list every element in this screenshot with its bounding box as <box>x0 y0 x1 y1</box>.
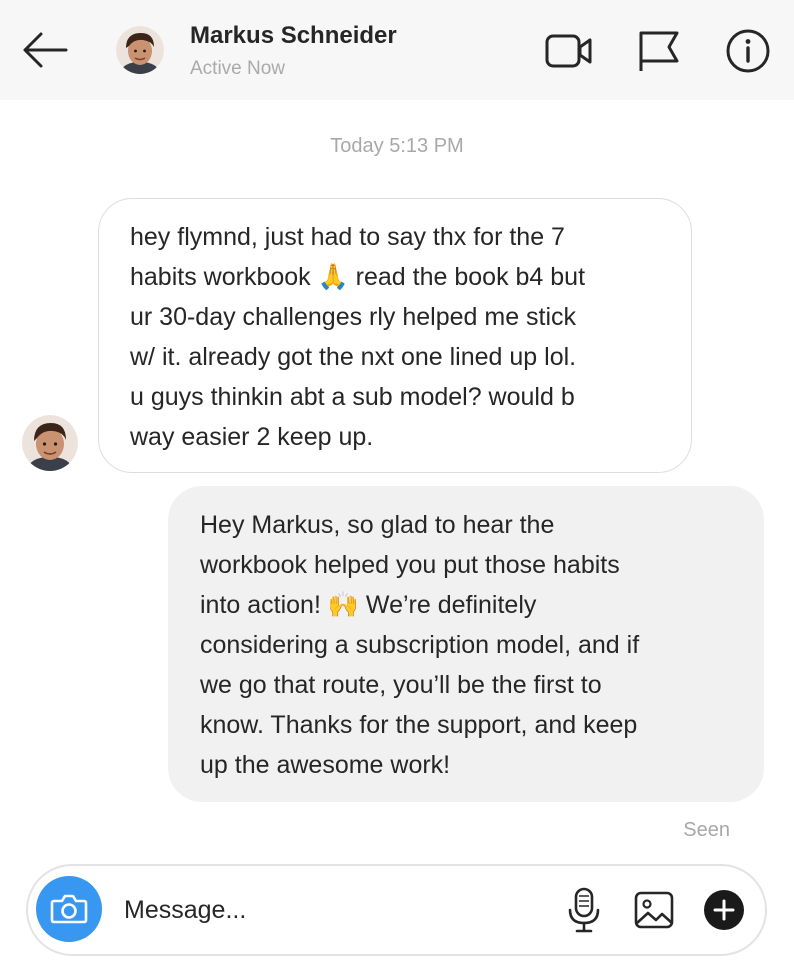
back-arrow-icon[interactable] <box>18 28 72 72</box>
incoming-message-bubble[interactable]: hey flymnd, just had to say thx for the … <box>98 198 692 473</box>
message-input[interactable] <box>124 888 544 932</box>
avatar[interactable] <box>116 26 164 74</box>
active-status: Active Now <box>190 58 286 79</box>
sender-avatar[interactable] <box>22 415 78 471</box>
flag-icon[interactable] <box>634 28 684 74</box>
image-icon[interactable] <box>631 886 677 934</box>
message-timestamp: Today 5:13 PM <box>330 135 464 157</box>
seen-receipt: Seen <box>683 819 730 841</box>
add-icon[interactable] <box>701 886 747 934</box>
microphone-icon[interactable] <box>561 886 607 934</box>
chat-header: Markus Schneider Active Now <box>0 0 794 100</box>
contact-name[interactable]: Markus Schneider <box>190 22 402 50</box>
camera-button[interactable] <box>36 876 102 942</box>
video-camera-icon[interactable] <box>544 28 594 74</box>
info-icon[interactable] <box>724 28 774 74</box>
message-composer <box>26 864 767 956</box>
outgoing-message-bubble[interactable]: Hey Markus, so glad to hear the workbook… <box>168 486 764 802</box>
camera-icon <box>50 894 88 924</box>
